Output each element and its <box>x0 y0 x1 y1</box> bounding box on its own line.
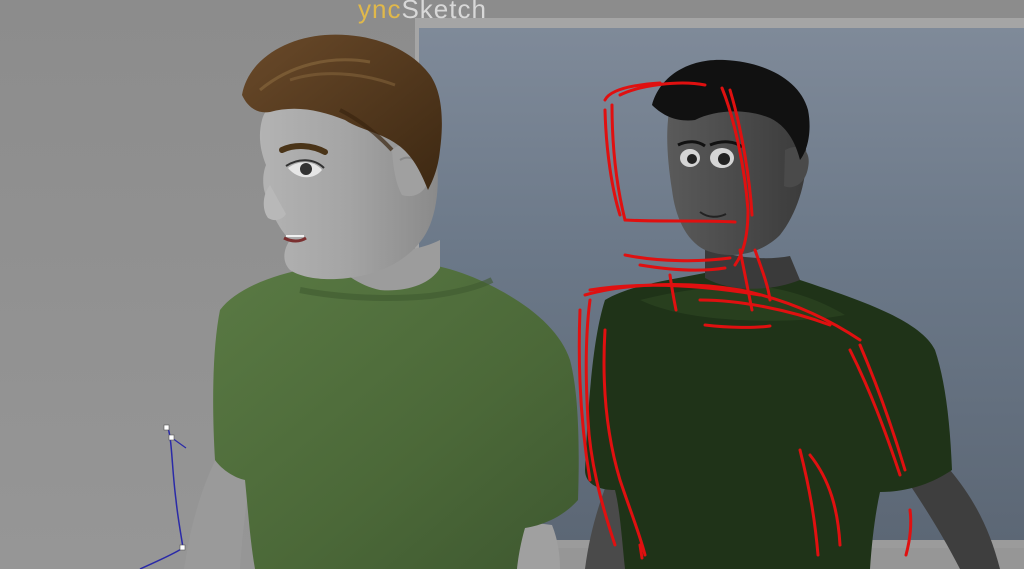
viewport-scene <box>139 34 1000 569</box>
square-keyframe-icon[interactable] <box>168 434 175 441</box>
motion-curve[interactable] <box>139 427 184 569</box>
motion-path[interactable] <box>139 424 187 569</box>
3d-viewport[interactable]: yncSketch <box>0 0 1024 569</box>
animated-character[interactable] <box>184 34 579 569</box>
square-keyframe-icon[interactable] <box>163 424 170 431</box>
square-keyframe-icon[interactable] <box>179 544 186 551</box>
